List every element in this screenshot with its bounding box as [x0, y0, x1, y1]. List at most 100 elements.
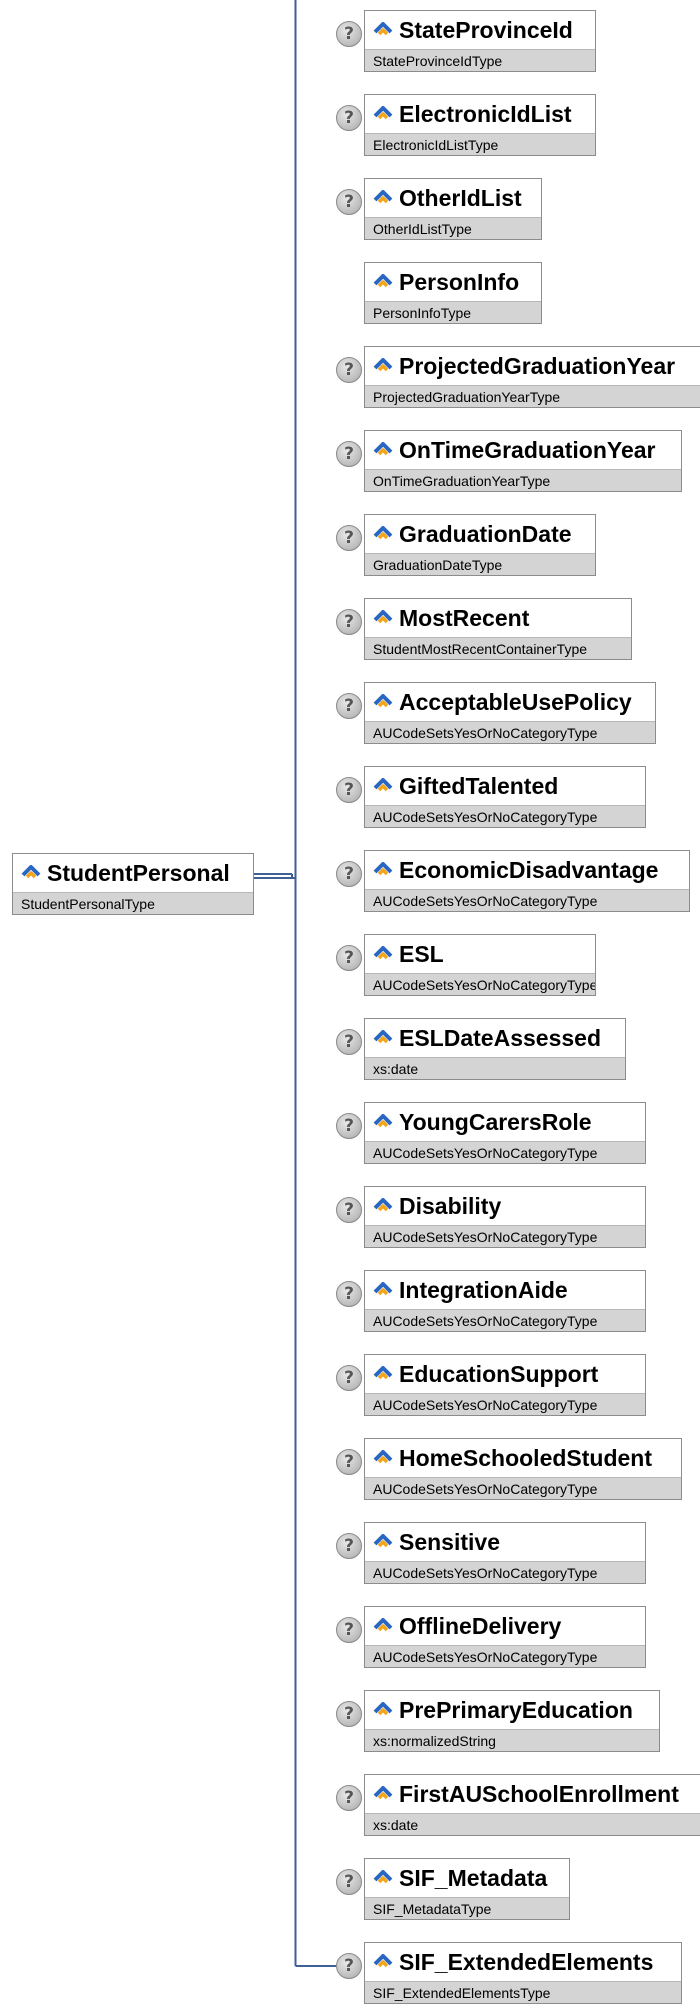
element-icon	[373, 862, 393, 878]
child-element-name: AcceptableUsePolicy	[399, 688, 632, 715]
help-icon[interactable]: ?	[336, 1785, 362, 1811]
child-element-type: xs:normalizedString	[365, 1729, 659, 1751]
element-icon	[373, 358, 393, 374]
child-element-name: SIF_ExtendedElements	[399, 1948, 654, 1975]
element-icon	[373, 1534, 393, 1550]
child-element-type: StateProvinceIdType	[365, 49, 595, 71]
help-icon[interactable]: ?	[336, 693, 362, 719]
help-icon[interactable]: ?	[336, 1197, 362, 1223]
help-icon[interactable]: ?	[336, 1449, 362, 1475]
child-element-node[interactable]: SIF_Metadata SIF_MetadataType	[364, 1858, 570, 1920]
child-element-header: Disability	[365, 1187, 645, 1225]
child-element-type: StudentMostRecentContainerType	[365, 637, 631, 659]
child-element-type: AUCodeSetsYesOrNoCategoryType	[365, 973, 595, 995]
child-element-node[interactable]: PrePrimaryEducation xs:normalizedString	[364, 1690, 660, 1752]
help-icon[interactable]: ?	[336, 1113, 362, 1139]
help-icon[interactable]: ?	[336, 189, 362, 215]
help-icon[interactable]: ?	[336, 1869, 362, 1895]
child-element-header: EducationSupport	[365, 1355, 645, 1393]
element-icon	[373, 442, 393, 458]
element-icon	[373, 610, 393, 626]
help-icon[interactable]: ?	[336, 1701, 362, 1727]
child-element-name: Disability	[399, 1192, 502, 1219]
help-icon[interactable]: ?	[336, 1281, 362, 1307]
child-element-node[interactable]: Sensitive AUCodeSetsYesOrNoCategoryType	[364, 1522, 646, 1584]
child-element-header: PrePrimaryEducation	[365, 1691, 659, 1729]
child-element-header: OfflineDelivery	[365, 1607, 645, 1645]
child-element-node[interactable]: ElectronicIdList ElectronicIdListType	[364, 94, 596, 156]
child-element-name: IntegrationAide	[399, 1276, 568, 1303]
child-element-name: HomeSchooledStudent	[399, 1444, 653, 1471]
child-element-header: GraduationDate	[365, 515, 595, 553]
child-element-type: SIF_ExtendedElementsType	[365, 1981, 681, 2003]
child-element-type: AUCodeSetsYesOrNoCategoryType	[365, 805, 645, 827]
child-element-type: AUCodeSetsYesOrNoCategoryType	[365, 1393, 645, 1415]
child-element-name: ESL	[399, 940, 444, 967]
help-icon[interactable]: ?	[336, 609, 362, 635]
child-element-node[interactable]: ESL AUCodeSetsYesOrNoCategoryType	[364, 934, 596, 996]
child-element-node[interactable]: EducationSupport AUCodeSetsYesOrNoCategor…	[364, 1354, 646, 1416]
help-icon[interactable]: ?	[336, 21, 362, 47]
child-element-header: MostRecent	[365, 599, 631, 637]
child-element-node[interactable]: GiftedTalented AUCodeSetsYesOrNoCategoryT…	[364, 766, 646, 828]
child-element-type: AUCodeSetsYesOrNoCategoryType	[365, 889, 689, 911]
root-element-name: StudentPersonal	[47, 859, 230, 886]
child-element-node[interactable]: StateProvinceId StateProvinceIdType	[364, 10, 596, 72]
element-icon	[373, 106, 393, 122]
element-icon	[373, 1114, 393, 1130]
child-element-type: GraduationDateType	[365, 553, 595, 575]
child-element-node[interactable]: OnTimeGraduationYear OnTimeGraduationYear…	[364, 430, 682, 492]
child-element-node[interactable]: AcceptableUsePolicy AUCodeSetsYesOrNoCate…	[364, 682, 656, 744]
help-icon[interactable]: ?	[336, 357, 362, 383]
child-element-name: ESLDateAssessed	[399, 1024, 601, 1051]
child-element-node[interactable]: OfflineDelivery AUCodeSetsYesOrNoCategory…	[364, 1606, 646, 1668]
child-element-name: ElectronicIdList	[399, 100, 572, 127]
child-element-node[interactable]: ProjectedGraduationYear ProjectedGraduati…	[364, 346, 700, 408]
help-icon[interactable]: ?	[336, 1617, 362, 1643]
element-icon	[21, 865, 41, 881]
child-element-header: YoungCarersRole	[365, 1103, 645, 1141]
child-element-node[interactable]: EconomicDisadvantage AUCodeSetsYesOrNoCat…	[364, 850, 690, 912]
element-icon	[373, 694, 393, 710]
element-icon	[373, 1702, 393, 1718]
help-icon[interactable]: ?	[336, 777, 362, 803]
child-element-name: GraduationDate	[399, 520, 572, 547]
child-element-node[interactable]: Disability AUCodeSetsYesOrNoCategoryType	[364, 1186, 646, 1248]
child-element-node[interactable]: ESLDateAssessed xs:date	[364, 1018, 626, 1080]
child-element-node[interactable]: HomeSchooledStudent AUCodeSetsYesOrNoCate…	[364, 1438, 682, 1500]
child-element-name: PersonInfo	[399, 268, 520, 295]
child-element-name: EducationSupport	[399, 1360, 599, 1387]
help-icon[interactable]: ?	[336, 525, 362, 551]
child-element-header: EconomicDisadvantage	[365, 851, 689, 889]
help-icon[interactable]: ?	[336, 105, 362, 131]
element-icon	[373, 1366, 393, 1382]
child-element-header: HomeSchooledStudent	[365, 1439, 681, 1477]
child-element-name: EconomicDisadvantage	[399, 856, 659, 883]
child-element-name: ProjectedGraduationYear	[399, 352, 676, 379]
child-element-header: ProjectedGraduationYear	[365, 347, 700, 385]
help-icon[interactable]: ?	[336, 945, 362, 971]
child-element-header: Sensitive	[365, 1523, 645, 1561]
element-icon	[373, 1282, 393, 1298]
child-element-node[interactable]: FirstAUSchoolEnrollment xs:date	[364, 1774, 700, 1836]
help-icon[interactable]: ?	[336, 1953, 362, 1979]
root-element-type: StudentPersonalType	[13, 892, 253, 914]
child-element-node[interactable]: MostRecent StudentMostRecentContainerType	[364, 598, 632, 660]
child-element-type: AUCodeSetsYesOrNoCategoryType	[365, 1477, 681, 1499]
root-element-node[interactable]: StudentPersonal StudentPersonalType	[12, 853, 254, 915]
help-icon[interactable]: ?	[336, 1029, 362, 1055]
help-icon[interactable]: ?	[336, 1365, 362, 1391]
help-icon[interactable]: ?	[336, 861, 362, 887]
child-element-node[interactable]: GraduationDate GraduationDateType	[364, 514, 596, 576]
child-element-header: SIF_ExtendedElements	[365, 1943, 681, 1981]
child-element-name: OnTimeGraduationYear	[399, 436, 656, 463]
child-element-node[interactable]: YoungCarersRole AUCodeSetsYesOrNoCategory…	[364, 1102, 646, 1164]
child-element-node[interactable]: PersonInfo PersonInfoType	[364, 262, 542, 324]
help-icon[interactable]: ?	[336, 441, 362, 467]
child-element-node[interactable]: IntegrationAide AUCodeSetsYesOrNoCategory…	[364, 1270, 646, 1332]
child-element-node[interactable]: OtherIdList OtherIdListType	[364, 178, 542, 240]
child-element-header: IntegrationAide	[365, 1271, 645, 1309]
child-element-node[interactable]: SIF_ExtendedElements SIF_ExtendedElements…	[364, 1942, 682, 2004]
child-element-name: Sensitive	[399, 1528, 500, 1555]
help-icon[interactable]: ?	[336, 1533, 362, 1559]
